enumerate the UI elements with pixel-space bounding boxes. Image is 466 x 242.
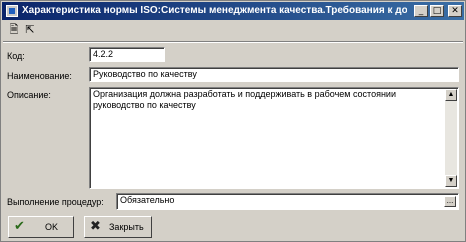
- dialog-window: Характеристика нормы ISO:Системы менеджм…: [0, 0, 466, 242]
- pointer-help-icon[interactable]: ⇱: [23, 23, 37, 37]
- scroll-down-button[interactable]: ▼: [445, 175, 457, 187]
- close-button-label: Закрыть: [109, 222, 144, 232]
- description-text: Организация должна разработать и поддерж…: [93, 89, 396, 110]
- code-label: Код:: [7, 51, 25, 61]
- close-x-icon: ✖: [90, 219, 101, 234]
- minimize-button[interactable]: _: [414, 5, 428, 17]
- procedure-label: Выполнение процедур:: [7, 197, 104, 207]
- ok-button-label: OK: [45, 222, 59, 232]
- description-scrollbar[interactable]: ▲ ▼: [445, 89, 457, 187]
- close-button[interactable]: ✖ Закрыть: [84, 216, 152, 238]
- procedure-select-button[interactable]: ...: [444, 196, 456, 207]
- name-field[interactable]: Руководство по качеству: [89, 67, 459, 82]
- description-label: Описание:: [7, 90, 51, 100]
- checkmark-icon: ✔: [14, 219, 25, 234]
- scroll-up-button[interactable]: ▲: [445, 89, 457, 101]
- app-icon: [6, 5, 18, 17]
- document-icon[interactable]: 🗎: [7, 23, 21, 37]
- procedure-value: Обязательно: [120, 195, 175, 205]
- title-bar[interactable]: Характеристика нормы ISO:Системы менеджм…: [2, 2, 464, 20]
- name-label: Наименование:: [7, 71, 72, 81]
- maximize-button[interactable]: □: [430, 5, 444, 17]
- window-title: Характеристика нормы ISO:Системы менеджм…: [22, 5, 407, 16]
- description-memo[interactable]: Организация должна разработать и поддерж…: [89, 87, 459, 189]
- toolbar-separator: [3, 41, 463, 43]
- close-window-button[interactable]: ✕: [448, 5, 462, 17]
- procedure-field[interactable]: Обязательно ...: [116, 193, 459, 210]
- code-field[interactable]: 4.2.2: [89, 47, 165, 62]
- ok-button[interactable]: ✔ OK: [8, 216, 74, 238]
